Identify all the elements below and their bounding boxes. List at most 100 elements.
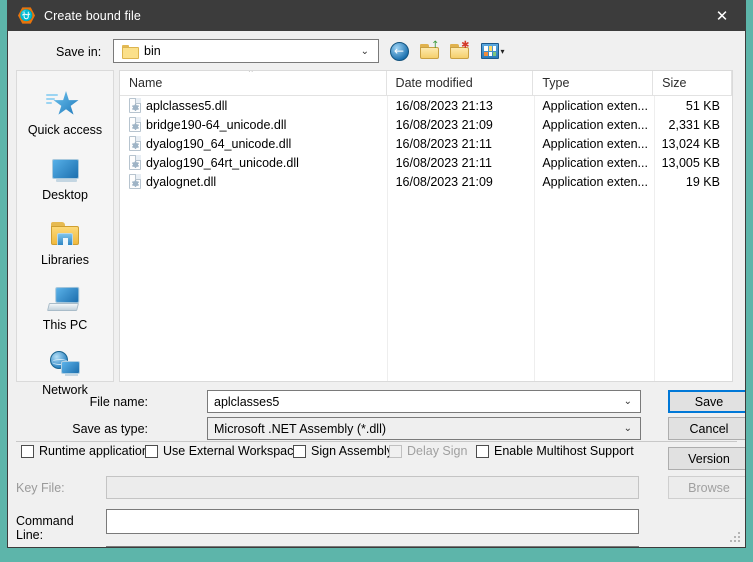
new-folder-button[interactable]: ✱ [448, 40, 470, 62]
back-button[interactable]: ← [388, 40, 410, 62]
chevron-down-icon: ▾ [500, 47, 504, 56]
up-one-level-button[interactable]: ↑ [418, 40, 440, 62]
file-list-body: aplclasses5.dll 16/08/2023 21:13 Applica… [120, 96, 732, 381]
sidebar-item-label: This PC [43, 318, 87, 332]
folder-up-icon: ↑ [420, 43, 439, 59]
table-row[interactable]: dyalognet.dll 16/08/2023 21:09 Applicati… [120, 172, 732, 191]
checkbox-delay-sign: Delay Sign [389, 444, 467, 458]
cell-type: Application exten... [533, 153, 653, 172]
checkbox-label: Sign Assembly [311, 444, 393, 458]
title-bar: ⛎ Create bound file ✕ [8, 0, 745, 31]
file-list-header: Name ⌃ Date modified Type Size [120, 71, 732, 96]
dll-file-icon [129, 155, 141, 170]
save-as-type-label: Save as type: [58, 422, 148, 436]
checkbox-box [145, 445, 158, 458]
table-row[interactable]: dyalog190_64_unicode.dll 16/08/2023 21:1… [120, 134, 732, 153]
column-header-size[interactable]: Size [653, 71, 732, 95]
cell-date: 16/08/2023 21:13 [387, 96, 534, 115]
browse-button: Browse [668, 476, 745, 499]
save-in-row: Save in: bin ⌄ [8, 39, 745, 65]
command-line-label: Command Line: [16, 514, 96, 542]
checkbox-runtime-application[interactable]: Runtime application [21, 444, 149, 458]
cancel-button[interactable]: Cancel [668, 417, 745, 440]
checkbox-label: Enable Multihost Support [494, 444, 634, 458]
monitor-icon [46, 154, 84, 186]
save-as-type-value: Microsoft .NET Assembly (*.dll) [214, 422, 386, 436]
dialog-client-area: Save in: bin ⌄ ← ↑ ✱ [8, 31, 745, 547]
cell-date: 16/08/2023 21:09 [387, 115, 534, 134]
navigation-toolbar: ← ↑ ✱ ▾ [388, 39, 508, 63]
file-name-input[interactable]: aplclasses5 ⌄ [207, 390, 641, 413]
chevron-down-icon: ⌄ [361, 46, 369, 57]
places-sidebar: Quick access Desktop Libraries [16, 70, 114, 382]
checkbox-label: Runtime application [39, 444, 149, 458]
column-header-label: Name [129, 76, 162, 90]
dyalog-logo-icon: ⛎ [18, 7, 35, 24]
cell-size: 2,331 KB [653, 115, 732, 134]
cell-name: dyalog190_64_unicode.dll [120, 134, 387, 153]
key-file-label: Key File: [16, 481, 96, 495]
column-header-type[interactable]: Type [533, 71, 653, 95]
window-title: Create bound file [44, 9, 141, 23]
create-bound-file-dialog: ⛎ Create bound file ✕ Save in: bin ⌄ ← ↑ [7, 0, 746, 548]
table-row[interactable]: bridge190-64_unicode.dll 16/08/2023 21:0… [120, 115, 732, 134]
cell-date: 16/08/2023 21:11 [387, 153, 534, 172]
checkbox-label: Use External Workspace [163, 444, 300, 458]
column-header-date-modified[interactable]: Date modified [387, 71, 534, 95]
views-button[interactable]: ▾ [478, 40, 508, 62]
cell-name: dyalog190_64rt_unicode.dll [120, 153, 387, 172]
table-row[interactable]: aplclasses5.dll 16/08/2023 21:13 Applica… [120, 96, 732, 115]
checkbox-box [476, 445, 489, 458]
cell-date: 16/08/2023 21:11 [387, 134, 534, 153]
dll-file-icon [129, 117, 141, 132]
cell-size: 51 KB [653, 96, 732, 115]
dll-file-icon [129, 98, 141, 113]
file-name-label: File name: [58, 395, 148, 409]
sidebar-item-libraries[interactable]: Libraries [19, 217, 111, 269]
cell-name: aplclasses5.dll [120, 96, 387, 115]
isolation-mode-combobox[interactable]: Each host process has a single workspace… [106, 546, 639, 547]
checkbox-box [293, 445, 306, 458]
checkbox-label: Delay Sign [407, 444, 467, 458]
file-name-value: aplclasses5 [214, 395, 279, 409]
sidebar-item-label: Libraries [41, 253, 89, 267]
cell-type: Application exten... [533, 115, 653, 134]
command-line-input[interactable] [106, 509, 639, 534]
sidebar-item-label: Quick access [28, 123, 102, 137]
folder-icon [122, 45, 137, 57]
version-button[interactable]: Version [668, 447, 745, 470]
save-button[interactable]: Save [668, 390, 745, 413]
views-grid-icon [481, 43, 499, 59]
cell-date: 16/08/2023 21:09 [387, 172, 534, 191]
save-in-combobox[interactable]: bin ⌄ [113, 39, 379, 63]
resize-grip[interactable] [730, 532, 742, 544]
folder-new-icon: ✱ [450, 43, 469, 59]
checkbox-use-external-workspace[interactable]: Use External Workspace [145, 444, 300, 458]
key-file-input [106, 476, 639, 499]
dll-file-icon [129, 136, 141, 151]
table-row[interactable]: dyalog190_64rt_unicode.dll 16/08/2023 21… [120, 153, 732, 172]
close-icon[interactable]: ✕ [699, 0, 745, 31]
chevron-down-icon: ⌄ [624, 423, 632, 434]
sidebar-item-this-pc[interactable]: This PC [19, 282, 111, 334]
save-in-value: bin [144, 44, 361, 58]
back-arrow-icon: ← [390, 42, 409, 61]
cell-name: dyalognet.dll [120, 172, 387, 191]
star-icon [46, 89, 84, 121]
cell-type: Application exten... [533, 172, 653, 191]
sidebar-item-desktop[interactable]: Desktop [19, 152, 111, 204]
cell-size: 13,005 KB [653, 153, 732, 172]
sidebar-item-network[interactable]: Network [19, 347, 111, 399]
column-header-name[interactable]: Name ⌃ [120, 71, 387, 95]
checkbox-enable-multihost-support[interactable]: Enable Multihost Support [476, 444, 634, 458]
sidebar-item-label: Desktop [42, 188, 88, 202]
save-as-type-combobox[interactable]: Microsoft .NET Assembly (*.dll) ⌄ [207, 417, 641, 440]
separator [16, 441, 737, 442]
chevron-down-icon: ⌄ [624, 396, 632, 407]
checkbox-sign-assembly[interactable]: Sign Assembly [293, 444, 393, 458]
checkbox-box [389, 445, 402, 458]
options-checkbox-row: Runtime application Use External Workspa… [8, 444, 745, 462]
network-globe-icon [46, 349, 84, 381]
dll-file-icon [129, 174, 141, 189]
sidebar-item-quick-access[interactable]: Quick access [19, 87, 111, 139]
